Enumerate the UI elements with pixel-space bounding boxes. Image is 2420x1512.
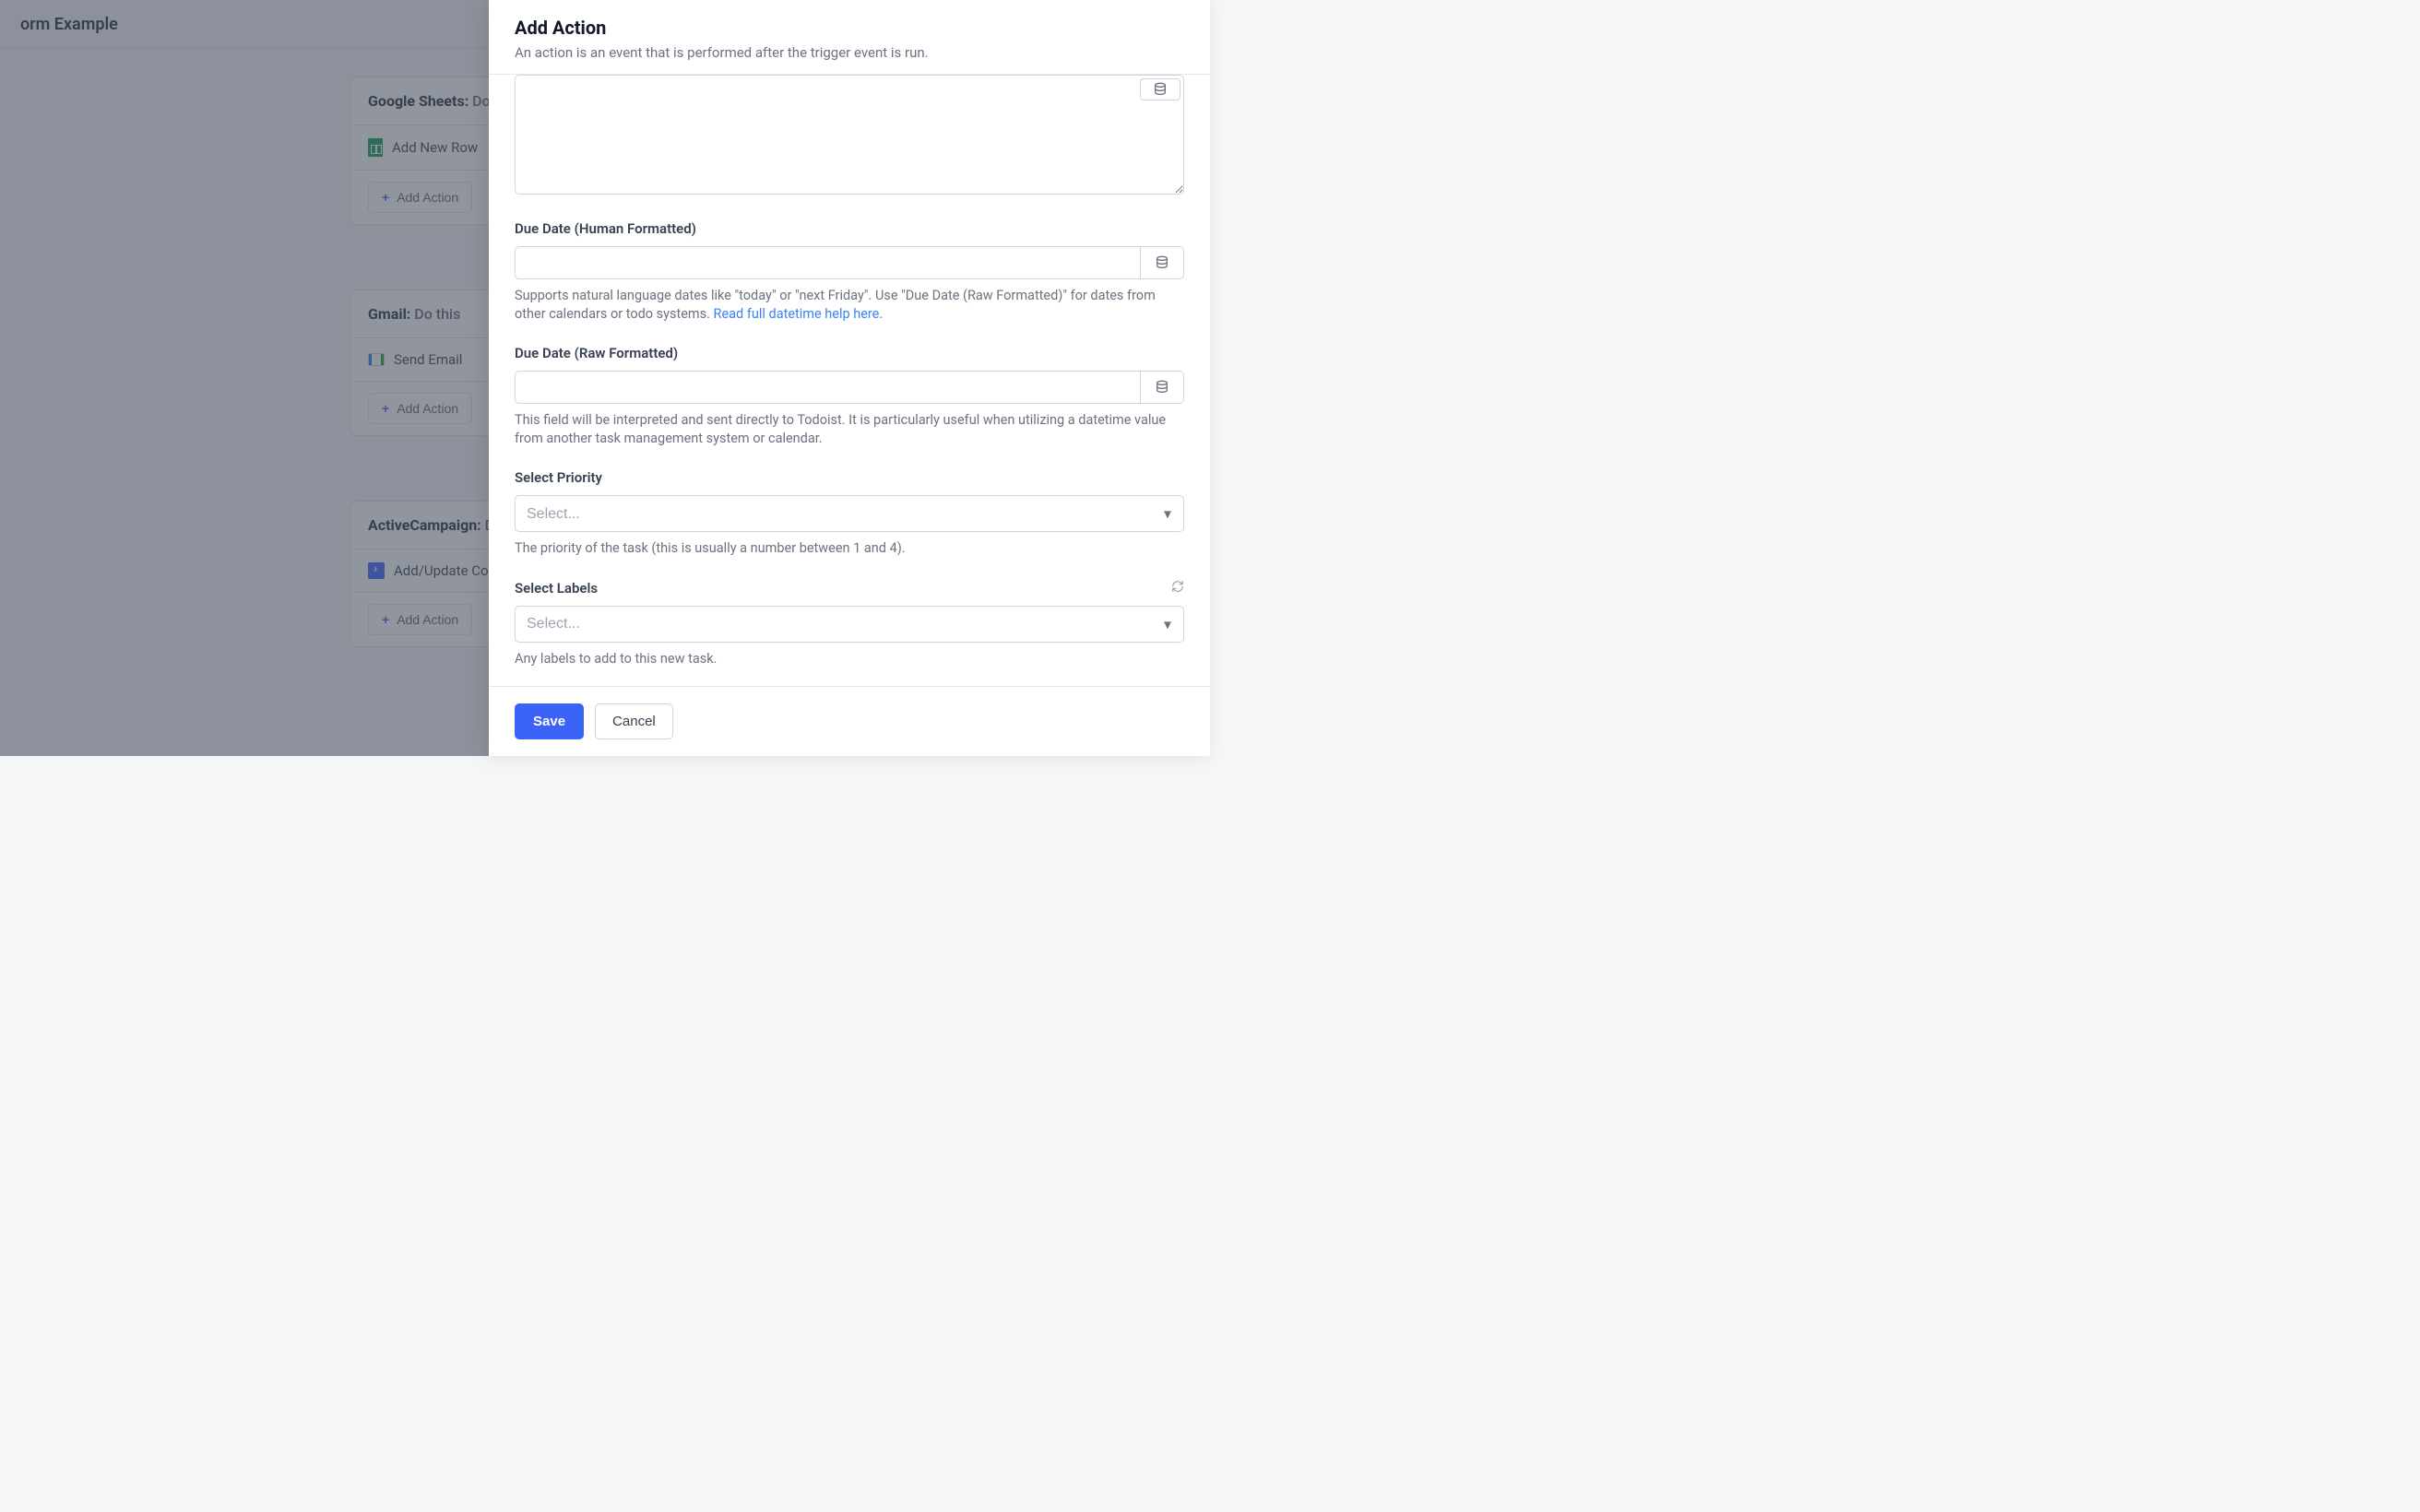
field-helper: This field will be interpreted and sent …: [515, 411, 1184, 447]
panel-header: Add Action An action is an event that is…: [489, 0, 1210, 75]
field-helper: The priority of the task (this is usuall…: [515, 539, 1184, 558]
field-helper: Supports natural language dates like "to…: [515, 287, 1184, 323]
panel-footer: Save Cancel: [489, 686, 1210, 756]
cancel-button[interactable]: Cancel: [595, 703, 673, 739]
labels-select[interactable]: Select...: [515, 606, 1184, 643]
due-date-raw-input[interactable]: [515, 371, 1140, 404]
label-text: Due Date (Human Formatted): [515, 220, 696, 237]
priority-select[interactable]: Select...: [515, 495, 1184, 532]
field-label: Due Date (Human Formatted): [515, 220, 1184, 237]
panel-title: Add Action: [515, 17, 1184, 39]
due-date-human-input[interactable]: [515, 246, 1140, 279]
field-label: Select Labels: [515, 580, 1184, 597]
refresh-icon[interactable]: [1171, 580, 1184, 597]
insert-data-button[interactable]: [1140, 371, 1184, 404]
label-text: Select Priority: [515, 469, 602, 486]
due-date-human-field: Due Date (Human Formatted) Supports natu…: [515, 220, 1184, 323]
due-date-raw-field: Due Date (Raw Formatted) This field will…: [515, 345, 1184, 447]
panel-body: Due Date (Human Formatted) Supports natu…: [489, 75, 1210, 686]
field-label: Select Priority: [515, 469, 1184, 486]
database-icon: [1155, 380, 1169, 395]
database-icon: [1153, 82, 1168, 97]
label-text: Due Date (Raw Formatted): [515, 345, 678, 361]
insert-data-button[interactable]: [1140, 78, 1180, 100]
priority-field: Select Priority Select... ▾ The priority…: [515, 469, 1184, 558]
labels-field: Select Labels Select... ▾ Any labels to …: [515, 580, 1184, 668]
label-text: Select Labels: [515, 580, 598, 597]
database-icon: [1155, 255, 1169, 270]
save-button[interactable]: Save: [515, 703, 584, 739]
helper-suffix: .: [879, 306, 883, 322]
note-textarea[interactable]: [515, 75, 1184, 195]
add-action-panel: Add Action An action is an event that is…: [489, 0, 1210, 756]
field-label: Due Date (Raw Formatted): [515, 345, 1184, 361]
field-helper: Any labels to add to this new task.: [515, 650, 1184, 668]
panel-subtitle: An action is an event that is performed …: [515, 44, 1184, 61]
insert-data-button[interactable]: [1140, 246, 1184, 279]
datetime-help-link[interactable]: Read full datetime help here: [714, 306, 880, 322]
note-textarea-wrapper: [515, 75, 1184, 198]
